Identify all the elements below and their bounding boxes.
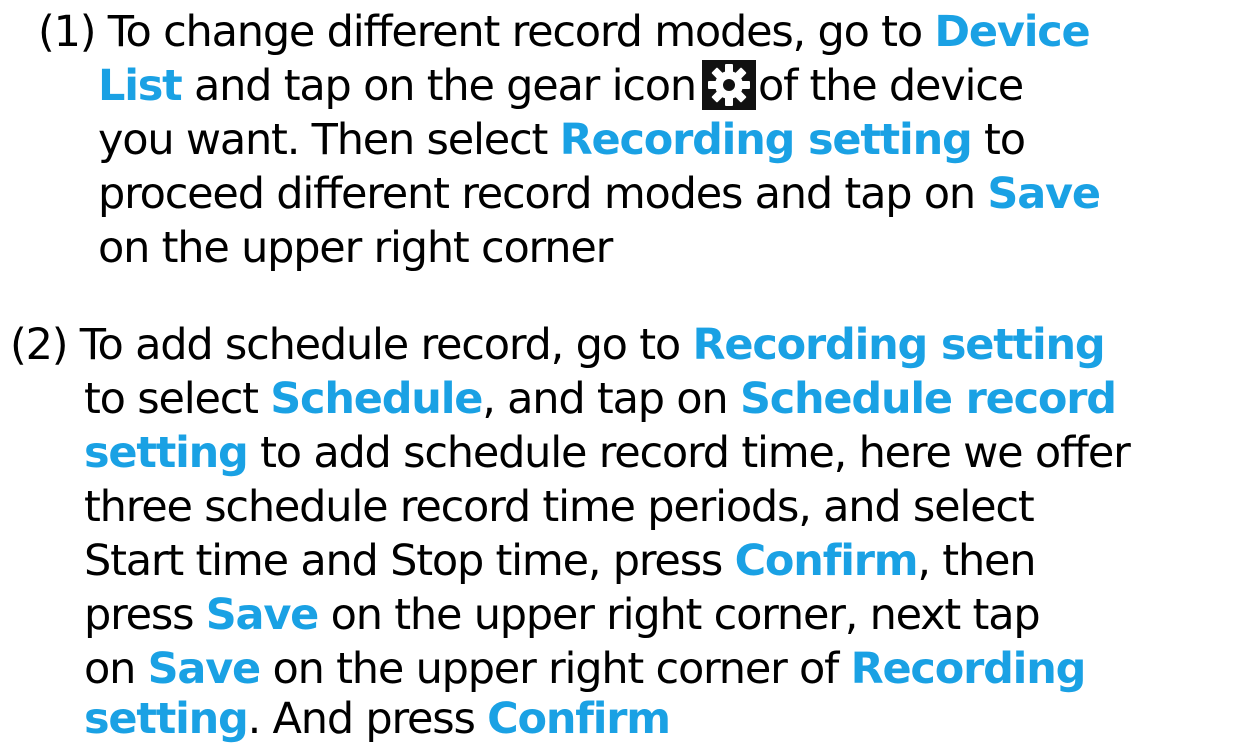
- step-1-line-3: you want. Then select Recording setting …: [98, 115, 1026, 165]
- recording-setting-keyword: Recording setting: [692, 320, 1106, 370]
- recording-setting-keyword: Recording: [850, 644, 1087, 694]
- step-2-line-7: on Save on the upper right corner of Rec…: [84, 644, 1087, 694]
- step-2-line-8: setting. And press Confirm: [84, 694, 671, 744]
- device-list-keyword-cont: List: [98, 61, 183, 111]
- step-1-line-4: proceed different record modes and tap o…: [98, 169, 1101, 219]
- step-2-number: (2): [10, 320, 69, 370]
- save-keyword: Save: [987, 169, 1101, 219]
- step-1-line-5: on the upper right corner: [98, 223, 613, 273]
- step-2-line-5: Start time and Stop time, press Confirm,…: [84, 536, 1037, 586]
- step-2-line-4: three schedule record time periods, and …: [84, 482, 1035, 532]
- recording-setting-keyword-cont: setting: [84, 694, 249, 744]
- schedule-record-setting-keyword: Schedule record: [739, 374, 1117, 424]
- step-1-number: (1): [38, 7, 97, 57]
- step-1-line-2: List and tap on the gear icon of the dev…: [98, 60, 1024, 111]
- gear-icon: [701, 60, 756, 110]
- schedule-record-setting-keyword-cont: setting: [84, 428, 249, 478]
- step-2-line-2: to select Schedule, and tap on Schedule …: [84, 374, 1117, 424]
- confirm-keyword: Confirm: [487, 694, 671, 744]
- recording-setting-keyword: Recording setting: [559, 115, 973, 165]
- step-2-line-3: setting to add schedule record time, her…: [84, 428, 1131, 478]
- device-list-keyword: Device: [934, 7, 1090, 57]
- step-2-line-6: press Save on the upper right corner, ne…: [84, 590, 1041, 640]
- schedule-keyword: Schedule: [270, 374, 483, 424]
- step-1-line-1: (1) To change different record modes, go…: [38, 7, 1091, 57]
- save-keyword: Save: [205, 590, 320, 640]
- step-2-line-1: (2) To add schedule record, go to Record…: [10, 320, 1106, 370]
- save-keyword: Save: [147, 644, 262, 694]
- confirm-keyword: Confirm: [734, 536, 919, 586]
